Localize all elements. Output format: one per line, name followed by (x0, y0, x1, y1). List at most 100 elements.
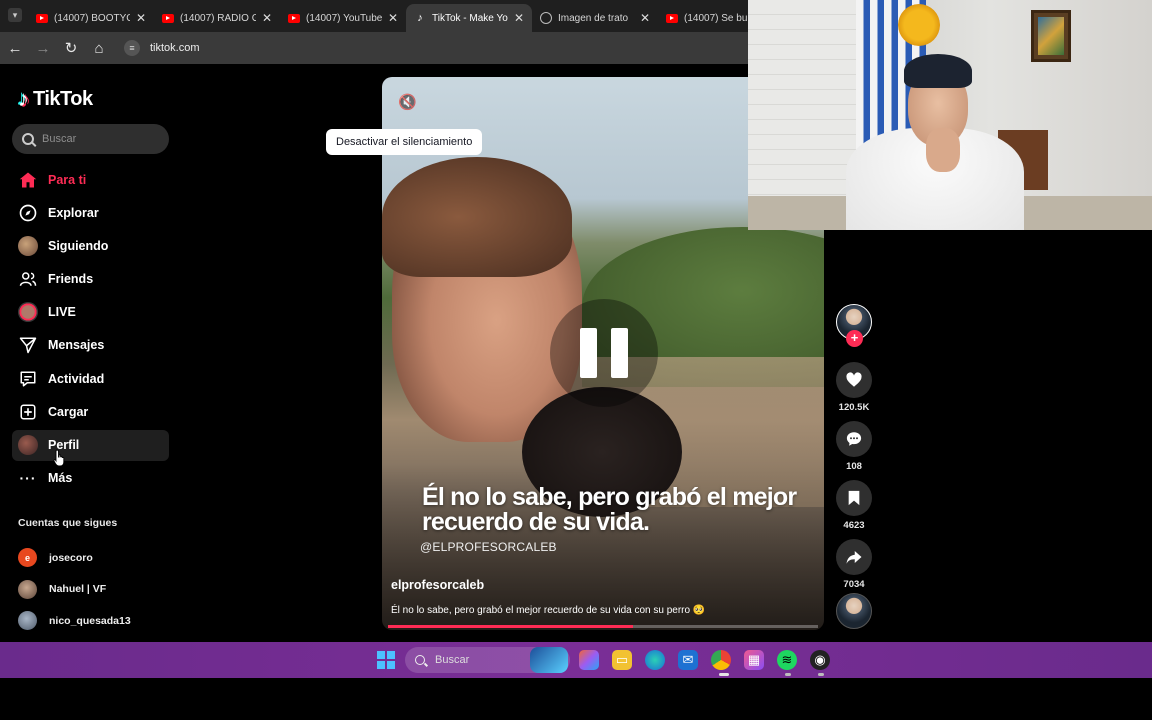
like-action: 120.5K (836, 362, 872, 416)
sidebar-item-perfil[interactable]: Perfil (12, 429, 169, 461)
screen: ▾ (14007) BOOTYCA ✕ (14007) RADIO GA ✕ (14… (0, 0, 1152, 720)
youtube-icon (36, 13, 48, 23)
share-action: 7034 (836, 539, 872, 593)
video-progress-bar[interactable] (388, 625, 818, 628)
paper-plane-icon (18, 335, 38, 355)
sidebar-item-label: Actividad (48, 371, 105, 386)
following-list: e josecoro Nahuel | VF nico_quesada13 (18, 542, 131, 637)
sidebar-item-label: Explorar (48, 205, 99, 220)
creator-avatar[interactable]: + (836, 304, 872, 347)
close-icon[interactable]: ✕ (262, 11, 272, 25)
pause-icon (611, 328, 628, 378)
tab-search-icon[interactable]: ▾ (8, 8, 22, 22)
following-account[interactable]: Nahuel | VF (18, 574, 131, 606)
follow-plus-icon[interactable]: + (846, 330, 863, 347)
close-icon[interactable]: ✕ (640, 11, 650, 25)
home-icon[interactable]: ⌂ (86, 35, 112, 61)
tab-title: (14007) YouTube (306, 12, 382, 24)
search-bar[interactable] (12, 124, 169, 154)
account-name: Nahuel | VF (49, 583, 107, 596)
sidebar-item-mensajes[interactable]: Mensajes (12, 330, 169, 361)
heart-icon[interactable] (836, 362, 872, 398)
store-icon[interactable]: ▦ (744, 650, 764, 670)
sidebar-item-label: Mensajes (48, 338, 105, 353)
browser-tab[interactable]: Imagen de trato ✕ (532, 4, 658, 32)
sidebar-item-cargar[interactable]: Cargar (12, 396, 169, 427)
more-icon: ··· (19, 470, 37, 487)
sidebar-item-mas[interactable]: ··· Más (12, 463, 169, 494)
search-icon (22, 133, 34, 145)
webcam-wall-painting (1031, 10, 1071, 62)
youtube-icon (666, 13, 678, 23)
tab-title: Imagen de trato (558, 12, 629, 24)
image-icon (540, 12, 552, 24)
close-icon[interactable]: ✕ (136, 11, 146, 25)
save-action: 4623 (836, 480, 872, 534)
webcam-person-cap (904, 54, 972, 88)
friends-icon (18, 269, 38, 289)
browser-tab[interactable]: (14007) YouTube ✕ (280, 4, 406, 32)
tab-title: (14007) RADIO GA (180, 12, 256, 24)
back-arrow-icon[interactable]: ← (2, 35, 28, 61)
sidebar-item-label: Más (48, 471, 73, 486)
edge-icon[interactable] (645, 650, 665, 670)
close-icon[interactable]: ✕ (388, 11, 398, 25)
music-disc-icon[interactable] (836, 593, 872, 629)
share-arrow-icon[interactable] (836, 539, 872, 575)
webcam-person-hand (926, 128, 960, 172)
reload-icon[interactable]: ↻ (58, 35, 84, 61)
browser-tab-active[interactable]: TikTok - Make You ✕ (406, 4, 532, 32)
search-highlight-icon[interactable] (530, 647, 568, 673)
windows-taskbar: Buscar ▭ ✉ ▦ ≋ ◉ (0, 642, 1152, 678)
upload-icon (18, 402, 38, 422)
spotify-icon[interactable]: ≋ (777, 650, 797, 670)
following-avatar-icon (18, 235, 38, 256)
home-icon (18, 170, 38, 190)
sidebar-item-explorar[interactable]: Explorar (12, 197, 169, 228)
activity-icon (18, 369, 38, 389)
search-input[interactable] (42, 133, 152, 145)
forward-arrow-icon[interactable]: → (30, 35, 56, 61)
copilot-icon[interactable] (579, 650, 599, 670)
video-author[interactable]: elprofesorcaleb (391, 578, 484, 592)
sidebar-item-friends[interactable]: Friends (12, 264, 169, 295)
browser-tab[interactable]: (14007) BOOTYCA ✕ (28, 4, 154, 32)
youtube-icon (162, 13, 174, 23)
outlook-icon[interactable]: ✉ (678, 650, 698, 670)
site-info-icon[interactable]: ≡ (124, 40, 140, 56)
sidebar-item-actividad[interactable]: Actividad (12, 363, 169, 394)
active-app-indicator (719, 673, 729, 676)
windows-start-icon[interactable] (377, 651, 395, 669)
youtube-icon (288, 13, 300, 23)
following-account[interactable]: e josecoro (18, 542, 131, 574)
obs-icon[interactable]: ◉ (810, 650, 830, 670)
logo-text: TikTok (33, 87, 93, 110)
sidebar-item-para-ti[interactable]: Para ti (12, 164, 169, 195)
comment-icon[interactable] (836, 421, 872, 457)
pause-button[interactable] (550, 299, 658, 407)
sidebar-item-live[interactable]: LIVE (12, 297, 169, 328)
share-count: 7034 (843, 579, 865, 590)
video-progress-fill (388, 625, 634, 628)
app-indicator (818, 673, 824, 676)
sidebar-item-siguiendo[interactable]: Siguiendo (12, 230, 169, 261)
letterbox-bar (0, 678, 1152, 720)
tab-title: TikTok - Make You (432, 12, 508, 24)
unmute-tooltip: Desactivar el silenciamiento (326, 129, 483, 155)
folder-icon[interactable]: ▭ (612, 650, 632, 670)
bookmark-icon[interactable] (836, 480, 872, 516)
sidebar-item-label: Friends (48, 272, 94, 287)
comment-action: 108 (836, 421, 872, 475)
pause-icon (580, 328, 597, 378)
following-account[interactable]: nico_quesada13 (18, 605, 131, 637)
live-icon (18, 302, 38, 323)
sound-action (836, 593, 872, 629)
close-icon[interactable]: ✕ (514, 11, 524, 25)
tiktok-logo[interactable]: ♪ TikTok (18, 86, 93, 112)
browser-tab[interactable]: (14007) RADIO GA ✕ (154, 4, 280, 32)
address-bar[interactable]: ≡ tiktok.com (124, 36, 200, 60)
account-name: josecoro (49, 551, 93, 564)
save-count: 4623 (843, 520, 865, 531)
muted-speaker-icon[interactable]: 🔇 (398, 93, 417, 111)
chrome-icon[interactable] (711, 650, 731, 670)
